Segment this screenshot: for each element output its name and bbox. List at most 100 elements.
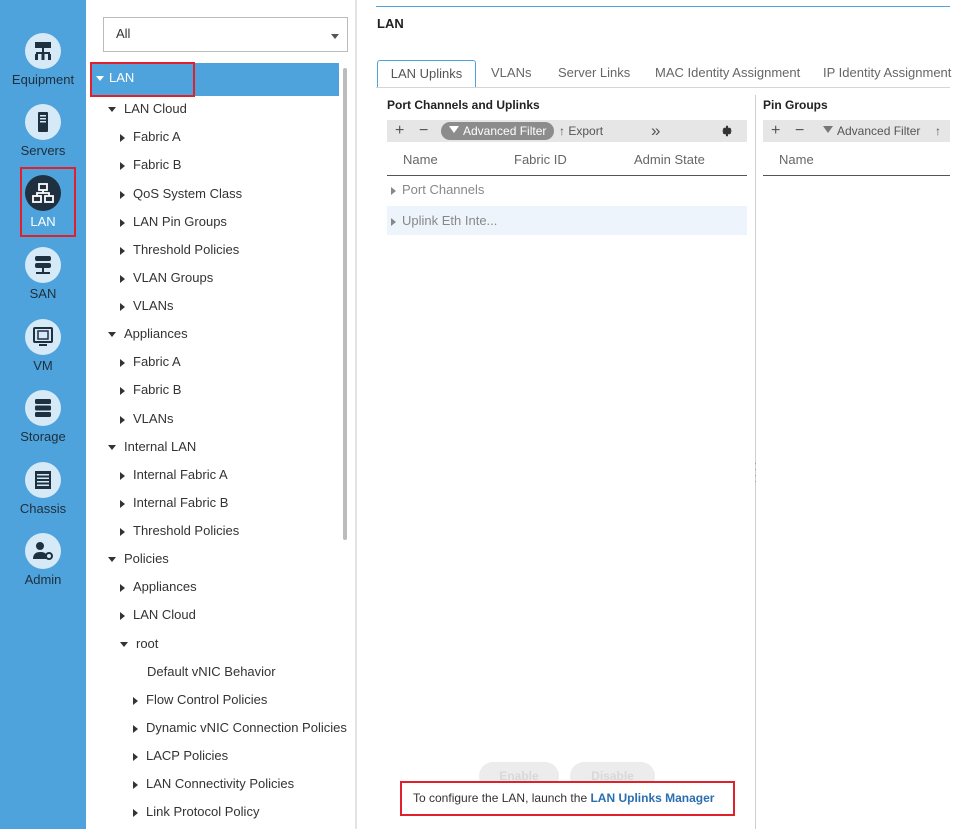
tree-item[interactable]: Fabric A [120, 127, 181, 147]
tree-item[interactable]: LAN Cloud [120, 605, 196, 625]
tree-item-label: Default vNIC Behavior [147, 664, 276, 679]
row-label: Uplink Eth Inte... [402, 213, 498, 228]
tree-item[interactable]: Fabric A [120, 352, 181, 372]
tree-item[interactable]: Link Protocol Policy [133, 802, 259, 822]
tree-item[interactable]: QoS System Class [120, 184, 242, 204]
column-header-name[interactable]: Name [779, 152, 814, 167]
tree-item-label: Policies [124, 551, 169, 566]
servers-icon [25, 104, 61, 140]
tree-item[interactable]: Policies [108, 549, 169, 569]
admin-icon [25, 533, 61, 569]
tree-item[interactable]: LACP Policies [133, 746, 228, 766]
tree-item-label: Internal LAN [124, 439, 197, 454]
column-header-name[interactable]: Name [403, 152, 438, 167]
column-header-fabric-id[interactable]: Fabric ID [514, 152, 567, 167]
chevron-right-icon [120, 415, 125, 424]
tree-item[interactable]: Default vNIC Behavior [147, 662, 276, 682]
tree-item-label: Dynamic vNIC Connection Policies [146, 720, 347, 735]
nav-label: Chassis [19, 501, 67, 516]
tree-item[interactable]: Fabric B [120, 380, 181, 400]
tree-item[interactable]: Fabric B [120, 155, 181, 175]
remove-button[interactable]: − [419, 122, 428, 140]
more-button[interactable]: » [651, 122, 660, 140]
tab-server-links[interactable]: Server Links [558, 60, 630, 88]
chevron-right-icon [120, 161, 125, 170]
add-button[interactable]: + [395, 122, 404, 140]
tab-mac-identity-assignment[interactable]: MAC Identity Assignment [655, 60, 800, 88]
chevron-right-icon [133, 780, 138, 789]
export-button[interactable]: ↑ Export [559, 122, 603, 140]
chevron-right-icon [120, 190, 125, 199]
nav-equipment[interactable]: Equipment [0, 33, 86, 103]
filter-icon [823, 126, 833, 133]
chevron-down-icon [108, 557, 116, 563]
tree-item[interactable]: Internal LAN [108, 437, 196, 457]
tab-lan-uplinks[interactable]: LAN Uplinks [377, 60, 476, 88]
export-button[interactable]: ↑ [935, 122, 941, 140]
nav-servers[interactable]: Servers [0, 104, 86, 174]
tree-item[interactable]: Threshold Policies [120, 240, 239, 260]
tree-item[interactable]: Flow Control Policies [133, 690, 267, 710]
advanced-filter-label: Advanced Filter [837, 124, 921, 138]
nav-vm[interactable]: VM [0, 319, 86, 389]
tree-item-label: Flow Control Policies [146, 692, 268, 707]
tree-item[interactable]: LAN Pin Groups [120, 212, 227, 232]
chevron-down-icon [331, 34, 339, 39]
splitter-handle-icon[interactable]: · · · · [753, 459, 758, 486]
export-label: Export [568, 124, 604, 138]
chevron-right-icon [133, 724, 138, 733]
add-button[interactable]: + [771, 122, 780, 140]
tree-item[interactable]: VLANs [120, 409, 173, 429]
advanced-filter-button[interactable]: Advanced Filter [441, 122, 555, 140]
settings-gear-button[interactable] [720, 122, 734, 143]
nav-label: SAN [29, 286, 57, 301]
column-header-admin-state[interactable]: Admin State [634, 152, 705, 167]
remove-button[interactable]: − [795, 122, 804, 140]
tree-item-label: Fabric A [133, 129, 181, 144]
tree-item[interactable]: Internal Fabric A [120, 465, 228, 485]
nav-admin[interactable]: Admin [0, 533, 86, 603]
tree-item[interactable]: Threshold Policies [120, 521, 239, 541]
tree-item-label: LAN Connectivity Policies [146, 776, 295, 791]
panel-divider [355, 0, 357, 829]
tree-scrollbar[interactable] [343, 68, 347, 540]
advanced-filter-button[interactable]: Advanced Filter [823, 122, 920, 140]
chevron-right-icon [120, 471, 125, 480]
tree-item[interactable]: Appliances [108, 324, 188, 344]
nav-chassis[interactable]: Chassis [0, 462, 86, 532]
tree-item[interactable]: Internal Fabric B [120, 493, 228, 513]
chevron-down-icon [108, 107, 116, 113]
nav-label: Storage [20, 429, 66, 444]
table-row[interactable]: Port Channels [387, 175, 747, 204]
tree-item[interactable]: Appliances [120, 577, 197, 597]
chevron-right-icon [391, 217, 396, 226]
chevron-right-icon [120, 527, 125, 536]
nav-storage[interactable]: Storage [0, 390, 86, 460]
tree-item-label: VLANs [133, 411, 174, 426]
tree-item[interactable]: LAN Connectivity Policies [133, 774, 294, 794]
san-icon [25, 247, 61, 283]
tree-item[interactable]: root [120, 634, 158, 654]
chevron-right-icon [133, 808, 138, 817]
section-title: Port Channels and Uplinks [387, 98, 540, 112]
tree-item-lan[interactable]: LAN [96, 68, 134, 88]
chevron-right-icon [120, 302, 125, 311]
tree-filter-select[interactable]: All [103, 17, 348, 52]
tree-item[interactable]: VLANs [120, 296, 173, 316]
tree-item-label: Appliances [124, 326, 188, 341]
tab-ip-identity-assignment[interactable]: IP Identity Assignment [823, 60, 951, 88]
tree-item-label: Internal Fabric B [133, 495, 229, 510]
table-row[interactable]: Uplink Eth Inte... [387, 206, 747, 235]
tree-item[interactable]: VLAN Groups [120, 268, 213, 288]
pin-groups-toolbar: + − Advanced Filter ↑ [763, 120, 950, 142]
chevron-right-icon [120, 499, 125, 508]
tree-item-label: LACP Policies [146, 748, 229, 763]
tab-vlans[interactable]: VLANs [491, 60, 531, 88]
tree-item[interactable]: LAN Cloud [108, 99, 187, 119]
nav-san[interactable]: SAN [0, 247, 86, 317]
tree-item[interactable]: Dynamic vNIC Connection Policies [133, 718, 347, 738]
arrow-up-icon: ↑ [559, 124, 569, 138]
chevron-down-icon [108, 445, 116, 451]
tree-item-label: Internal Fabric A [133, 467, 228, 482]
lan-uplinks-manager-link[interactable]: LAN Uplinks Manager [590, 791, 714, 805]
